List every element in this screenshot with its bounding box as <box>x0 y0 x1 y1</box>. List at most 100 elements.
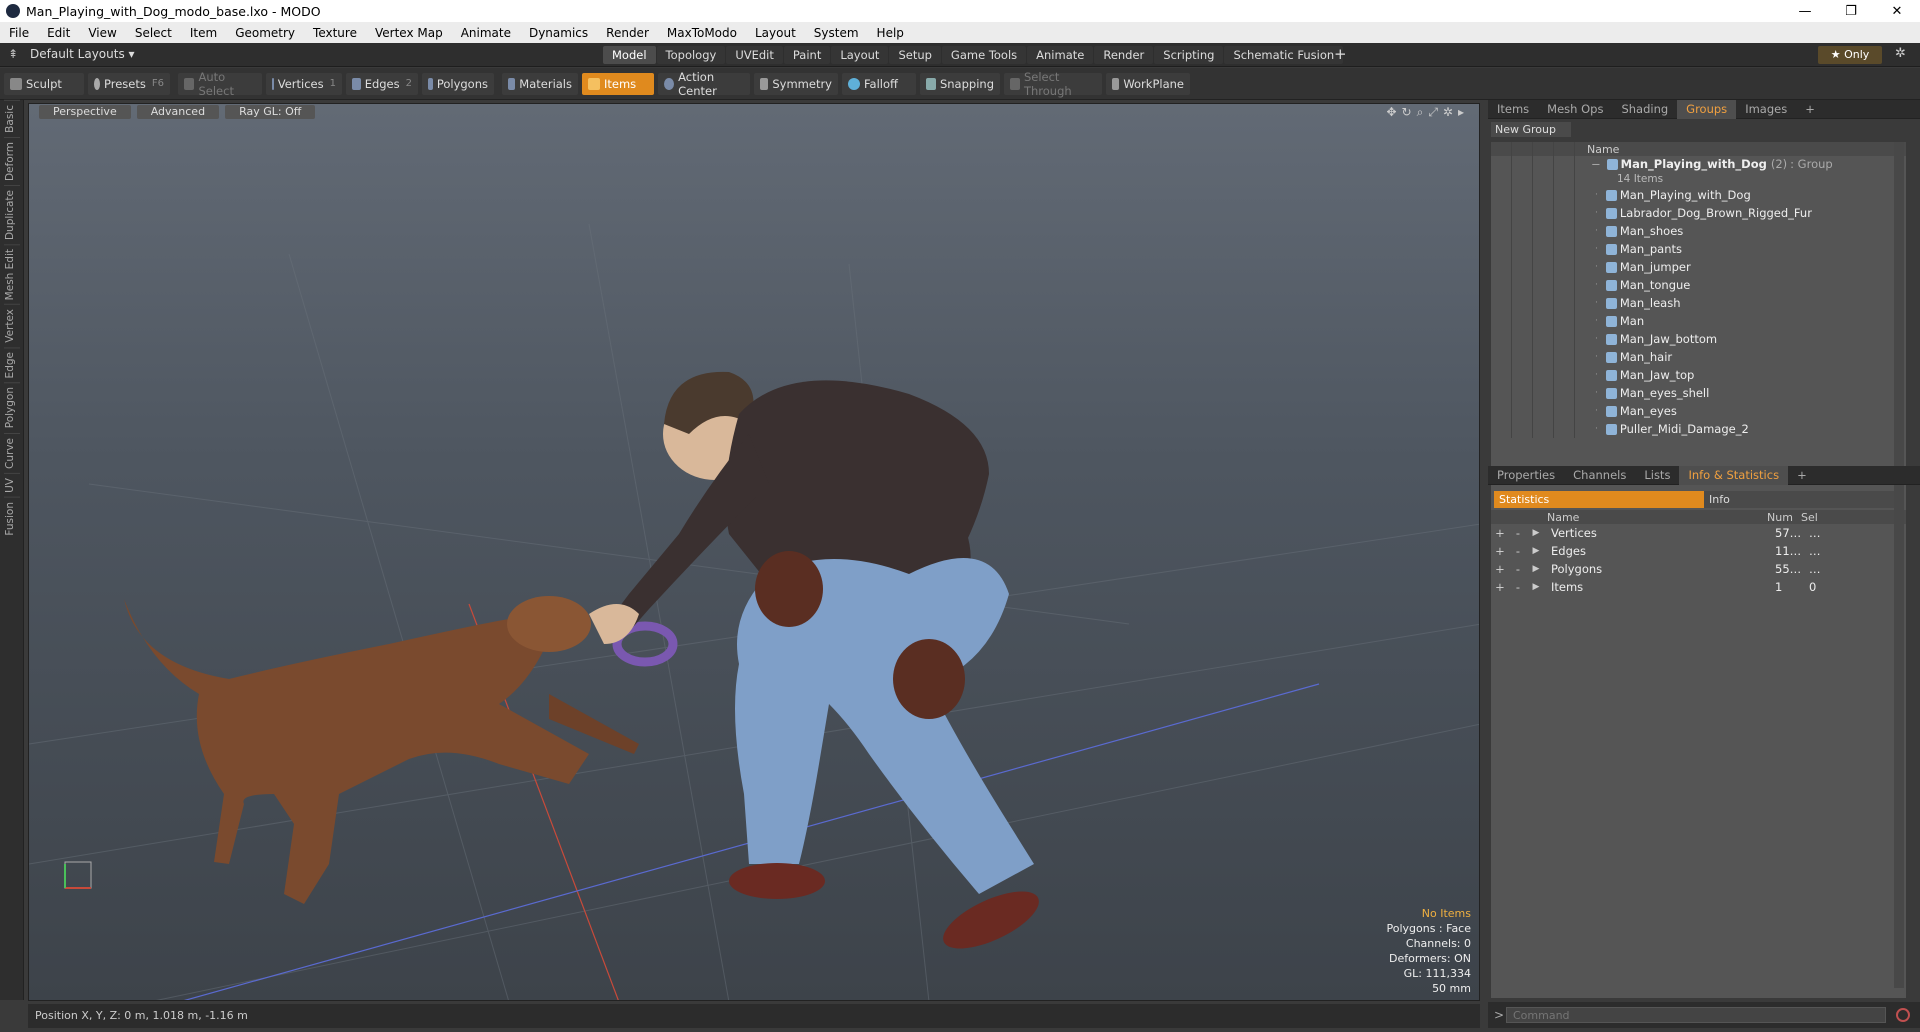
falloff-button[interactable]: Falloff <box>842 72 916 95</box>
layout-dropdown[interactable]: Default Layouts ▾ <box>30 47 135 61</box>
menu-select[interactable]: Select <box>126 26 181 40</box>
maximize-button[interactable]: ❐ <box>1828 4 1874 19</box>
record-icon[interactable] <box>1896 1008 1910 1022</box>
vertices-button[interactable]: Vertices 1 <box>266 72 342 95</box>
panel-tab-groups[interactable]: Groups <box>1677 99 1737 119</box>
menu-system[interactable]: System <box>805 26 868 40</box>
panel-tab-lists[interactable]: Lists <box>1635 466 1679 485</box>
panel-tab-shading[interactable]: Shading <box>1612 100 1677 119</box>
polygons-button[interactable]: Polygons <box>422 72 494 95</box>
tab-paint[interactable]: Paint <box>783 46 831 64</box>
disclosure-triangle-icon[interactable]: ▶ <box>1527 564 1545 574</box>
tab-game-tools[interactable]: Game Tools <box>941 46 1027 64</box>
stat-row[interactable]: + - ▶ Edges 11…… <box>1491 542 1906 560</box>
menu-help[interactable]: Help <box>868 26 913 40</box>
disclosure-triangle-icon[interactable]: ▶ <box>1527 546 1545 556</box>
tool-tab-polygon[interactable]: Polygon <box>3 382 20 433</box>
shading-mode-button[interactable]: Advanced <box>136 105 220 119</box>
panel-tab-info-statistics[interactable]: Info & Statistics <box>1679 465 1789 485</box>
expand-plus-icon[interactable]: + <box>1491 580 1509 594</box>
group-item-row[interactable]: · Man_pants <box>1491 240 1906 258</box>
gear-icon[interactable]: ✲ <box>1895 46 1906 61</box>
add-tab-icon[interactable]: + <box>1334 45 1347 63</box>
info-tab[interactable]: Info <box>1704 491 1903 508</box>
group-item-row[interactable]: · Labrador_Dog_Brown_Rigged_Fur <box>1491 204 1906 222</box>
auto-select-button[interactable]: Auto Select <box>178 70 262 98</box>
3d-viewport[interactable]: Perspective Advanced Ray GL: Off ✥↻⌕⤢✲▸ … <box>28 103 1480 1001</box>
new-group-button[interactable]: New Group <box>1491 122 1571 137</box>
view-mode-button[interactable]: Perspective <box>39 105 131 119</box>
group-row[interactable]: − Man_Playing_with_Dog (2) : Group <box>1491 156 1906 172</box>
group-item-row[interactable]: · Man_Jaw_bottom <box>1491 330 1906 348</box>
group-item-row[interactable]: · Man_eyes <box>1491 402 1906 420</box>
items-button[interactable]: Items <box>582 72 654 95</box>
lock-col-icon[interactable] <box>1512 142 1533 156</box>
menu-dynamics[interactable]: Dynamics <box>520 26 597 40</box>
group-item-row[interactable]: · Puller_Midi_Damage_2 <box>1491 420 1906 438</box>
collapse-minus-icon[interactable]: - <box>1509 526 1527 540</box>
collapse-minus-icon[interactable]: - <box>1509 544 1527 558</box>
menu-maxtomodo[interactable]: MaxToModo <box>658 26 746 40</box>
layout-collapse-icon[interactable]: ⇞ <box>8 47 18 61</box>
statistics-tab[interactable]: Statistics <box>1494 491 1704 508</box>
stat-row[interactable]: + - ▶ Vertices 57…… <box>1491 524 1906 542</box>
tab-uvedit[interactable]: UVEdit <box>726 46 783 64</box>
tab-setup[interactable]: Setup <box>889 46 941 64</box>
menu-geometry[interactable]: Geometry <box>226 26 304 40</box>
tab-topology[interactable]: Topology <box>656 46 726 64</box>
panel-tab-channels[interactable]: Channels <box>1564 466 1635 485</box>
menu-texture[interactable]: Texture <box>304 26 366 40</box>
sculpt-button[interactable]: Sculpt <box>4 72 84 95</box>
group-item-row[interactable]: · Man_leash <box>1491 294 1906 312</box>
panel-tab-items[interactable]: Items <box>1488 100 1538 119</box>
menu-item[interactable]: Item <box>181 26 226 40</box>
menu-layout[interactable]: Layout <box>746 26 805 40</box>
collapse-minus-icon[interactable]: - <box>1509 580 1527 594</box>
tool-tab-edge[interactable]: Edge <box>3 346 20 383</box>
only-toggle[interactable]: ★ Only <box>1818 46 1882 64</box>
edges-button[interactable]: Edges 2 <box>346 72 418 95</box>
close-button[interactable]: ✕ <box>1874 4 1920 19</box>
visibility-col-icon[interactable] <box>1491 142 1512 156</box>
add-panel-tab-icon[interactable]: + <box>1788 466 1816 485</box>
disclosure-triangle-icon[interactable]: ▶ <box>1527 582 1545 592</box>
select-through-button[interactable]: Select Through <box>1004 70 1102 98</box>
group-item-row[interactable]: · Man_jumper <box>1491 258 1906 276</box>
tool-tab-duplicate[interactable]: Duplicate <box>3 184 20 244</box>
tool-tab-basic[interactable]: Basic <box>3 100 20 137</box>
group-item-row[interactable]: · Man <box>1491 312 1906 330</box>
stat-row[interactable]: + - ▶ Polygons 55…… <box>1491 560 1906 578</box>
tool-tab-curve[interactable]: Curve <box>3 432 20 473</box>
tool-tab-uv[interactable]: UV <box>3 472 20 497</box>
menu-edit[interactable]: Edit <box>38 26 79 40</box>
command-input[interactable] <box>1506 1007 1886 1023</box>
expand-plus-icon[interactable]: + <box>1491 544 1509 558</box>
viewport-nav-icons[interactable]: ✥↻⌕⤢✲▸ <box>1386 105 1469 120</box>
stats-scrollbar[interactable] <box>1894 488 1904 988</box>
snapping-button[interactable]: Snapping <box>920 72 1000 95</box>
group-item-row[interactable]: · Man_Playing_with_Dog <box>1491 186 1906 204</box>
collapse-minus-icon[interactable]: - <box>1509 562 1527 576</box>
minimize-button[interactable]: — <box>1782 4 1828 19</box>
tool-tab-fusion[interactable]: Fusion <box>3 496 20 540</box>
menu-vertex-map[interactable]: Vertex Map <box>366 26 452 40</box>
raygl-toggle[interactable]: Ray GL: Off <box>225 105 316 119</box>
expand-plus-icon[interactable]: + <box>1491 526 1509 540</box>
symmetry-button[interactable]: Symmetry <box>754 72 838 95</box>
materials-button[interactable]: Materials <box>502 72 578 95</box>
panel-tab-images[interactable]: Images <box>1736 100 1796 119</box>
group-item-row[interactable]: · Man_Jaw_top <box>1491 366 1906 384</box>
menu-view[interactable]: View <box>79 26 125 40</box>
group-item-row[interactable]: · Man_eyes_shell <box>1491 384 1906 402</box>
action-center-button[interactable]: Action Center <box>658 70 750 98</box>
select-col-icon[interactable] <box>1533 142 1554 156</box>
menu-animate[interactable]: Animate <box>452 26 520 40</box>
group-item-row[interactable]: · Man_shoes <box>1491 222 1906 240</box>
expand-plus-icon[interactable]: + <box>1491 562 1509 576</box>
panel-tab-mesh-ops[interactable]: Mesh Ops <box>1538 100 1612 119</box>
tab-scripting[interactable]: Scripting <box>1154 46 1224 64</box>
tab-render[interactable]: Render <box>1094 46 1154 64</box>
tab-layout[interactable]: Layout <box>831 46 889 64</box>
tool-tab-deform[interactable]: Deform <box>3 136 20 185</box>
workplane-button[interactable]: WorkPlane <box>1106 72 1190 95</box>
